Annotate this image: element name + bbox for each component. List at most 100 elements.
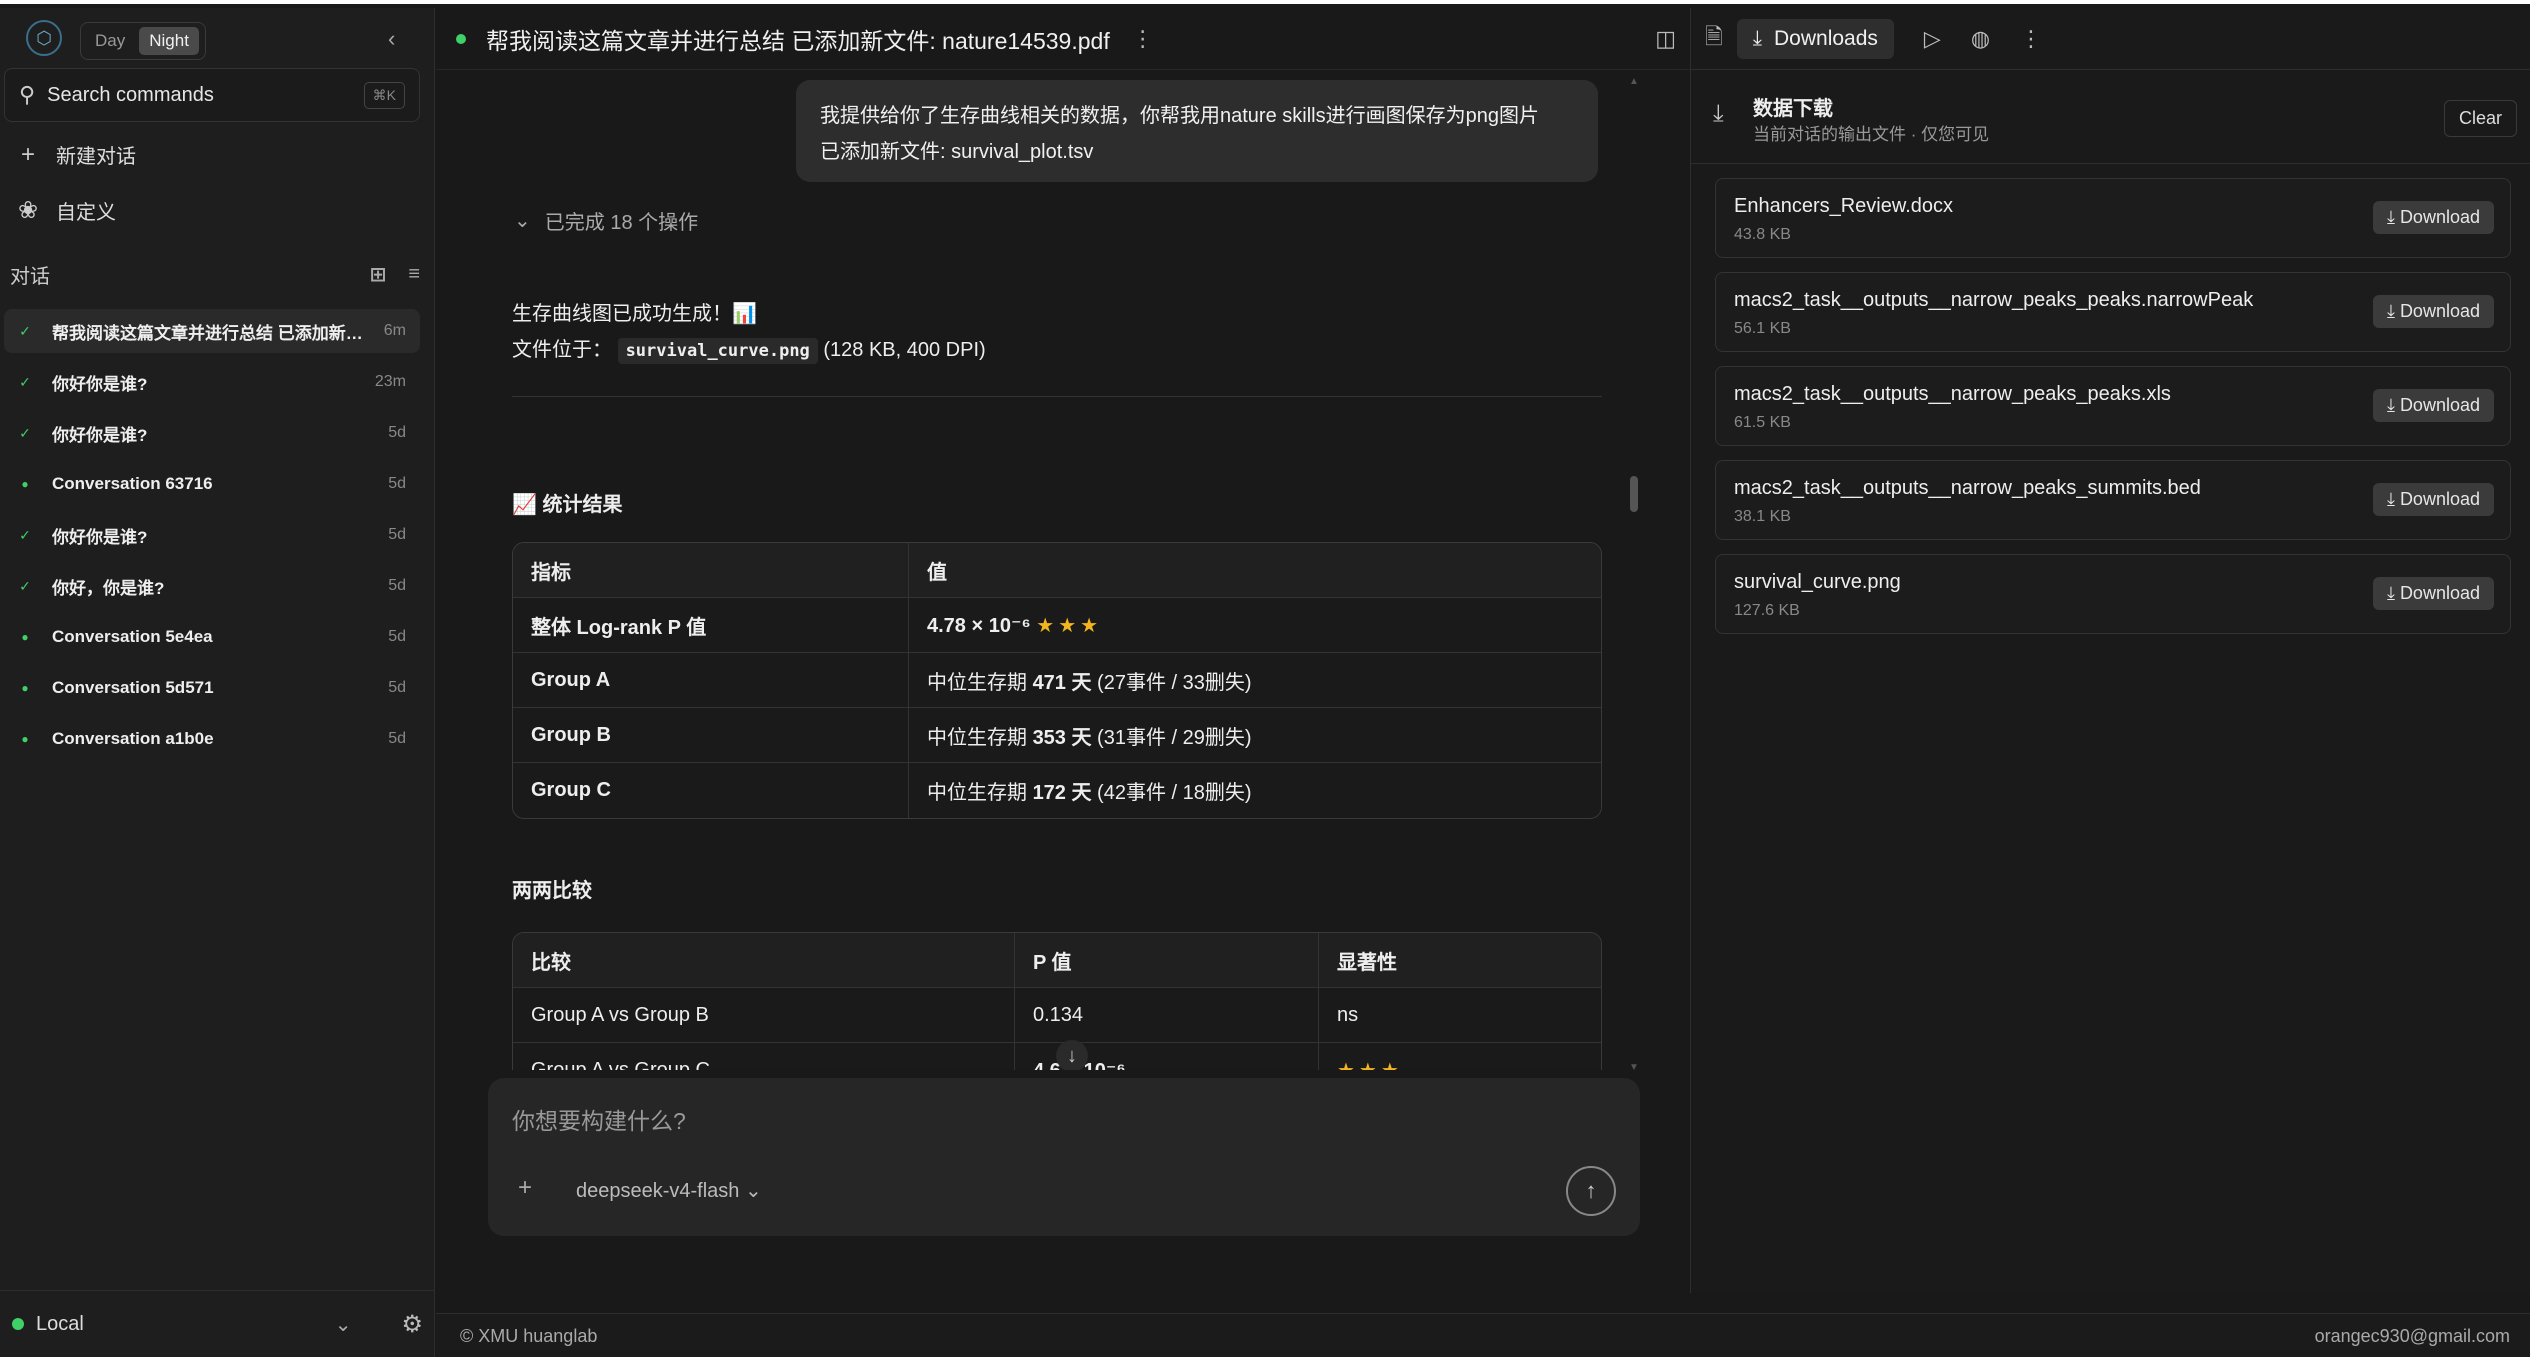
- value-prefix: 中位生存期: [927, 726, 1033, 749]
- download-item: survival_curve.png 127.6 KB ⤓ Download: [1715, 554, 2511, 634]
- conversation-time: 5d: [388, 628, 406, 645]
- more-options-icon[interactable]: ⋮: [2020, 26, 2042, 52]
- scroll-to-bottom-icon[interactable]: ↓: [1056, 1040, 1088, 1070]
- clear-button[interactable]: Clear: [2443, 100, 2517, 137]
- send-button[interactable]: ↑: [1566, 1166, 1616, 1216]
- conversation-title: 你好你是谁?: [52, 425, 148, 445]
- table-header: 显著性: [1319, 933, 1601, 988]
- operations-toggle[interactable]: ⌄ 已完成 18 个操作: [514, 206, 698, 235]
- new-chat-button[interactable]: + 新建对话: [16, 140, 136, 169]
- new-chat-label: 新建对话: [56, 146, 136, 168]
- conversation-time: 5d: [388, 577, 406, 594]
- more-options-icon[interactable]: ⋮: [1132, 26, 1154, 52]
- panel-tabs: 🗎 ⤓ Downloads ▷ ◍ ⋮: [1691, 8, 2530, 70]
- download-label: Download: [2399, 395, 2480, 415]
- table-row: 整体 Log-rank P 值 4.78 × 10⁻⁶ ★★★: [513, 598, 1601, 653]
- download-label: Download: [2399, 583, 2480, 603]
- pairwise-heading: 两两比较: [512, 880, 592, 902]
- download-button[interactable]: ⤓ Download: [2372, 577, 2494, 610]
- terminal-tab-icon[interactable]: ▷: [1924, 26, 1941, 52]
- file-name-code: survival_curve.png: [617, 338, 818, 364]
- attach-plus-icon[interactable]: +: [518, 1174, 532, 1202]
- conversation-item[interactable]: ✓ 你好你是谁? 5d: [4, 513, 420, 557]
- app-logo-icon[interactable]: ⬡: [26, 20, 62, 56]
- scroll-down-icon[interactable]: ▼: [1629, 1062, 1639, 1070]
- user-message-attachment: 已添加新文件: survival_plot.tsv: [820, 141, 1094, 163]
- table-header: 值: [909, 543, 1601, 598]
- conversation-item[interactable]: ✓ 帮我阅读这篇文章并进行总结 已添加新文件: nature14539.pdf 6m: [4, 309, 420, 353]
- download-item: macs2_task__outputs__narrow_peaks_peaks.…: [1715, 366, 2511, 446]
- conversation-item[interactable]: ✓ 你好，你是谁? 5d: [4, 564, 420, 608]
- downloads-header: ⤓ 数据下载 当前对话的输出文件 · 仅您可见 Clear: [1691, 70, 2530, 164]
- status-dot-icon: [12, 1318, 24, 1330]
- file-name: macs2_task__outputs__narrow_peaks_peaks.…: [1734, 289, 2254, 311]
- chevron-down-icon[interactable]: ⌄: [335, 1312, 352, 1337]
- conversation-item[interactable]: ● Conversation 5d571 5d: [4, 666, 420, 710]
- p-value: 4.78 × 10⁻⁶: [927, 614, 1031, 637]
- search-commands[interactable]: ⚲ Search commands ⌘K: [4, 68, 420, 122]
- search-icon: ⚲: [19, 82, 36, 107]
- document-tab-icon[interactable]: 🗎: [1705, 20, 1723, 58]
- conversation-title: Conversation a1b0e: [52, 729, 214, 748]
- user-message-text: 我提供给你了生存曲线相关的数据，你帮我用nature skills进行画图保存为…: [820, 105, 1539, 127]
- footer-email: orangec930@gmail.com: [2314, 1326, 2510, 1346]
- collapse-sidebar-icon[interactable]: ‹: [388, 26, 395, 52]
- median-survival: 471 天: [1032, 671, 1092, 694]
- night-option[interactable]: Night: [139, 27, 199, 55]
- toggle-panel-icon[interactable]: ◫: [1655, 26, 1676, 52]
- environment-label: Local: [36, 1312, 84, 1335]
- tab-downloads-label: Downloads: [1774, 26, 1878, 50]
- download-button[interactable]: ⤓ Download: [2372, 201, 2494, 234]
- tab-downloads[interactable]: ⤓ Downloads: [1736, 18, 1894, 59]
- new-folder-icon[interactable]: ⊞: [370, 262, 387, 287]
- environment-selector[interactable]: Local ⌄ ⚙: [0, 1290, 435, 1357]
- scrollbar-thumb[interactable]: [1630, 476, 1638, 512]
- filter-icon[interactable]: ≡: [408, 263, 420, 286]
- download-icon: ⤓: [2386, 395, 2400, 415]
- download-label: Download: [2399, 489, 2480, 509]
- message-composer[interactable]: 你想要构建什么? + deepseek-v4-flash ⌄ ↑: [488, 1078, 1640, 1236]
- download-button[interactable]: ⤓ Download: [2372, 295, 2494, 328]
- globe-tab-icon[interactable]: ◍: [1971, 26, 1990, 52]
- model-selector[interactable]: deepseek-v4-flash ⌄: [576, 1178, 762, 1203]
- check-icon: ✓: [19, 373, 31, 390]
- metric-cell: Group B: [513, 708, 909, 763]
- value-suffix: (27事件 / 33删失): [1091, 671, 1252, 694]
- conversation-item[interactable]: ✓ 你好你是谁? 23m: [4, 360, 420, 404]
- table-row: Group A vs Group B 0.134 ns: [513, 988, 1601, 1043]
- value-cell: 中位生存期 353 天 (31事件 / 29删失): [909, 708, 1601, 763]
- conversation-item[interactable]: ● Conversation a1b0e 5d: [4, 717, 420, 761]
- scroll-up-icon[interactable]: ▲: [1629, 76, 1639, 87]
- download-icon: ⤓: [2386, 207, 2400, 227]
- conversation-title: 你好你是谁?: [52, 374, 148, 394]
- significance-stars: ★★★: [1036, 614, 1103, 637]
- chat-scrollbar[interactable]: ▲ ▼: [1628, 74, 1640, 1070]
- conversation-item[interactable]: ● Conversation 63716 5d: [4, 462, 420, 506]
- right-panel: 🗎 ⤓ Downloads ▷ ◍ ⋮ ⤓ 数据下载 当前对话的输出文件 · 仅…: [1690, 8, 2530, 1293]
- conversation-title: 你好，你是谁?: [52, 578, 165, 598]
- chat-scroll-area[interactable]: 我提供给你了生存曲线相关的数据，你帮我用nature skills进行画图保存为…: [436, 70, 1690, 1070]
- theme-toggle[interactable]: Day Night: [80, 22, 206, 60]
- day-option[interactable]: Day: [85, 27, 135, 55]
- customize-button[interactable]: ❀ 自定义: [16, 196, 116, 225]
- download-button[interactable]: ⤓ Download: [2372, 483, 2494, 516]
- chat-titlebar: 帮我阅读这篇文章并进行总结 已添加新文件: nature14539.pdf ⋮ …: [436, 8, 1690, 70]
- conversation-time: 5d: [388, 424, 406, 441]
- value-cell: 4.78 × 10⁻⁶ ★★★: [909, 598, 1601, 653]
- gear-icon[interactable]: ⚙: [401, 1310, 423, 1339]
- median-survival: 353 天: [1032, 726, 1092, 749]
- file-meta: (128 KB, 400 DPI): [823, 339, 986, 361]
- download-label: Download: [2399, 301, 2480, 321]
- stats-table: 指标 值 整体 Log-rank P 值 4.78 × 10⁻⁶ ★★★ Group…: [512, 542, 1602, 819]
- table-header: 指标: [513, 543, 909, 598]
- conversation-item[interactable]: ✓ 你好你是谁? 5d: [4, 411, 420, 455]
- metric-cell: Group A: [513, 653, 909, 708]
- divider: [512, 396, 1602, 397]
- value-prefix: 中位生存期: [927, 671, 1033, 694]
- download-button[interactable]: ⤓ Download: [2372, 389, 2494, 422]
- conversation-item[interactable]: ● Conversation 5e4ea 5d: [4, 615, 420, 659]
- file-size: 127.6 KB: [1734, 602, 1800, 619]
- table-header: 比较: [513, 933, 1015, 988]
- composer-input[interactable]: 你想要构建什么?: [512, 1102, 686, 1136]
- check-icon: ✓: [19, 526, 31, 543]
